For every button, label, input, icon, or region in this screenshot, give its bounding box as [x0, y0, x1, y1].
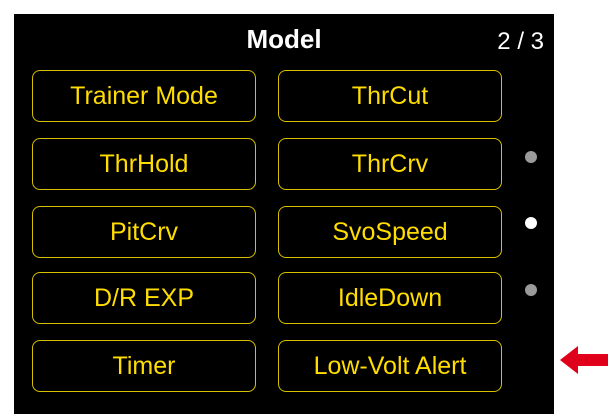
- page-dot-2[interactable]: [525, 217, 537, 229]
- page-indicator: 2 / 3: [497, 28, 544, 55]
- svospeed-button[interactable]: SvoSpeed: [278, 206, 502, 258]
- dr-exp-button[interactable]: D/R EXP: [32, 272, 256, 324]
- trainer-mode-button[interactable]: Trainer Mode: [32, 70, 256, 122]
- pitcrv-button[interactable]: PitCrv: [32, 206, 256, 258]
- low-volt-alert-button[interactable]: Low-Volt Alert: [278, 340, 502, 392]
- thrcrv-button[interactable]: ThrCrv: [278, 138, 502, 190]
- page-title: Model: [246, 24, 322, 54]
- thrhold-button[interactable]: ThrHold: [32, 138, 256, 190]
- page-dot-1[interactable]: [525, 151, 537, 163]
- thrcut-button[interactable]: ThrCut: [278, 70, 502, 122]
- idledown-button[interactable]: IdleDown: [278, 272, 502, 324]
- red-arrow-left-icon: [560, 346, 608, 379]
- timer-button[interactable]: Timer: [32, 340, 256, 392]
- page-dot-3[interactable]: [525, 284, 537, 296]
- model-menu-screen: Model 2 / 3 Trainer Mode ThrCut ThrHold …: [14, 14, 554, 414]
